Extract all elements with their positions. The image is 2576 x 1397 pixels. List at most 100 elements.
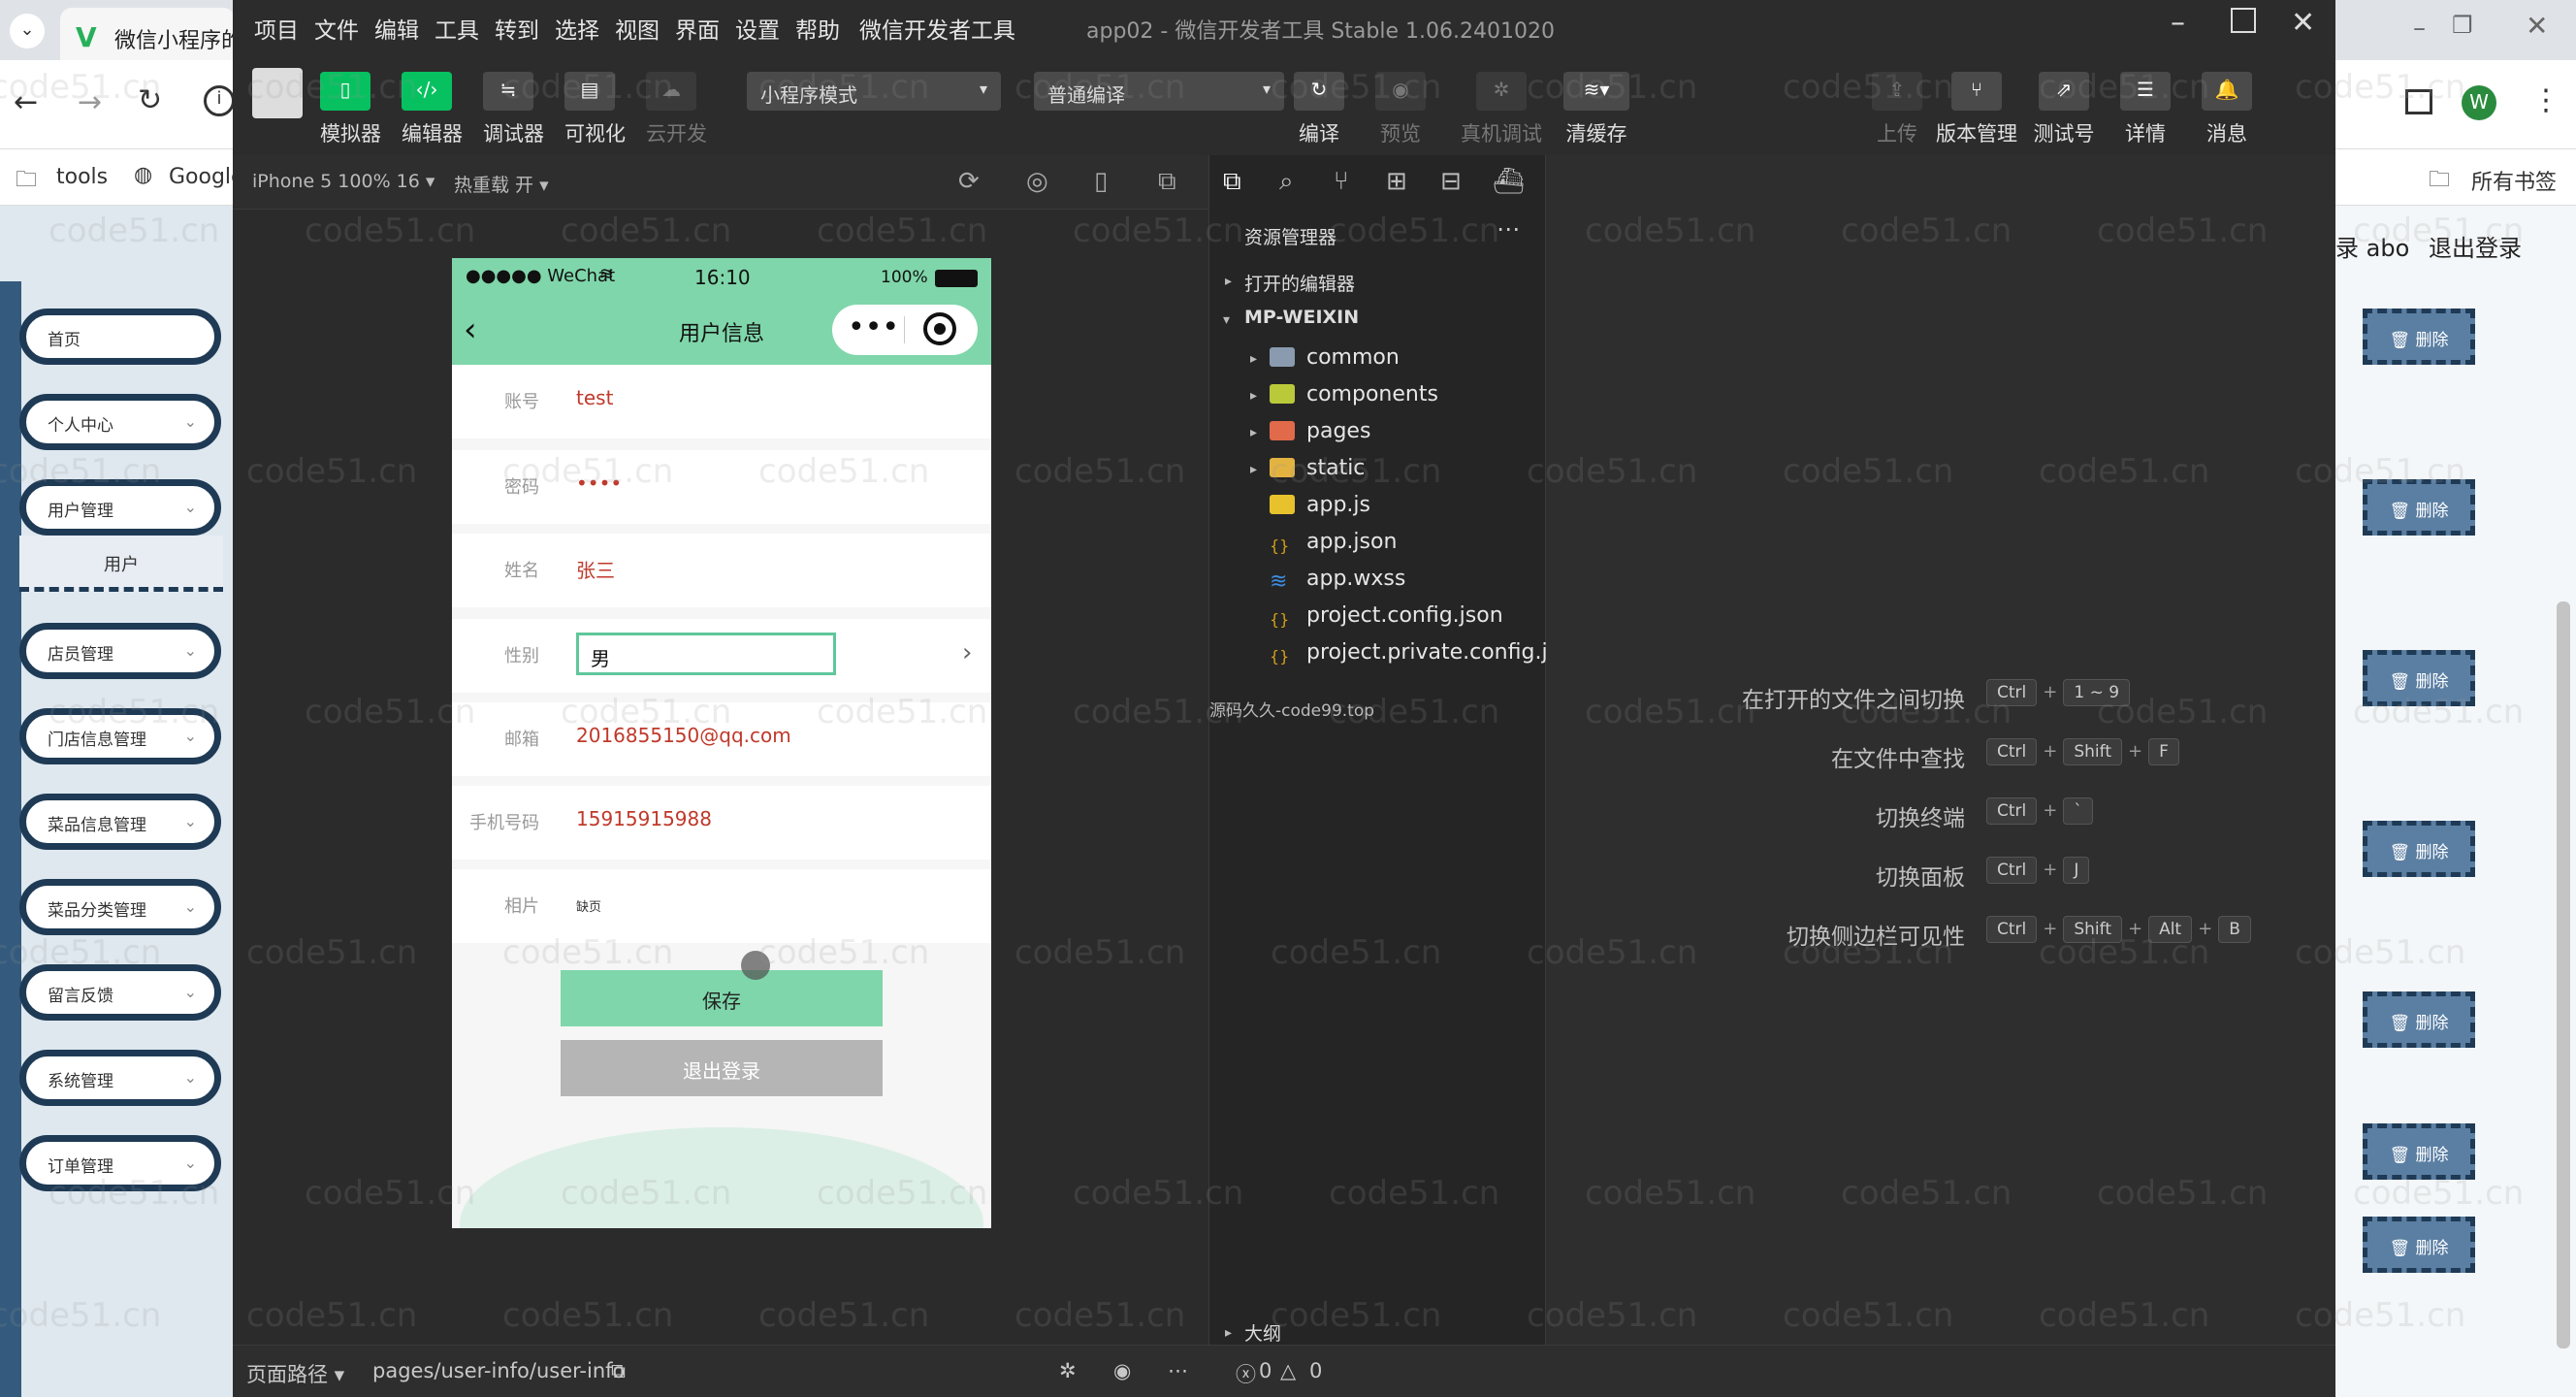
popout-icon[interactable]: ⧉ <box>1158 167 1176 197</box>
tree-item[interactable]: ≋ app.wxss <box>1270 567 1405 594</box>
version-button[interactable]: ⑂ <box>1951 72 2002 111</box>
sidebar-item[interactable]: 留言反馈 ⌄ <box>19 964 221 1021</box>
more-icon[interactable]: ⋯ <box>1168 1359 1188 1382</box>
bug-icon[interactable]: ✲ <box>1059 1359 1077 1382</box>
delete-button[interactable]: 🗑 删除 <box>2363 1217 2475 1273</box>
simulator-button[interactable]: ▯ <box>320 72 370 111</box>
sidebar-item[interactable]: 系统管理 ⌄ <box>19 1050 221 1106</box>
debugger-button[interactable]: ≒ <box>483 72 533 111</box>
device-select[interactable]: iPhone 5 100% 16 ▾ <box>252 171 435 192</box>
tree-item[interactable]: components <box>1270 382 1438 406</box>
files-icon[interactable]: ⧉ <box>1223 167 1241 197</box>
window-restore-button[interactable]: ❐ <box>2452 12 2473 39</box>
field-value[interactable]: •••• <box>576 471 622 495</box>
menu-item[interactable]: 项目 <box>254 12 299 45</box>
sidebar-toggle-icon[interactable] <box>2405 89 2432 114</box>
tree-item[interactable]: app.js <box>1270 493 1370 517</box>
page-path-label[interactable]: 页面路径 ▾ <box>246 1359 344 1388</box>
field-value[interactable]: 张三 <box>576 555 615 583</box>
error-count[interactable]: 0 <box>1259 1359 1272 1382</box>
tree-item[interactable]: static <box>1270 456 1365 480</box>
preview-button[interactable]: ◉ <box>1375 72 1426 111</box>
submenu-user[interactable]: 用户 <box>19 536 223 592</box>
logout-button[interactable]: 退出登录 <box>561 1040 883 1096</box>
test-account-button[interactable]: ⇗ <box>2039 72 2089 111</box>
window-minimize-button[interactable]: – <box>2413 14 2426 43</box>
delete-button[interactable]: 🗑 删除 <box>2363 991 2475 1048</box>
bookmark-tools[interactable]: tools <box>56 165 108 189</box>
field-value[interactable]: 15915915988 <box>576 807 712 830</box>
photo-placeholder[interactable]: 缺页 <box>576 896 601 915</box>
tab-list-button[interactable]: ⌄ <box>10 14 45 49</box>
field-value[interactable]: test <box>576 386 613 409</box>
visual-button[interactable]: ▤ <box>564 72 615 111</box>
avatar[interactable] <box>252 68 303 118</box>
gender-picker[interactable]: 男 <box>576 633 836 675</box>
sidebar-item[interactable]: 菜品信息管理 ⌄ <box>19 794 221 850</box>
cloud-button[interactable]: ☁ <box>646 72 696 111</box>
header-logout-link[interactable]: 退出登录 <box>2429 229 2522 263</box>
back-icon[interactable]: ← <box>14 85 38 119</box>
browser-menu-icon[interactable]: ⋮ <box>2531 83 2560 117</box>
menu-item[interactable]: 工具 <box>435 12 479 45</box>
storage-icon[interactable]: ⊟ <box>1440 167 1462 196</box>
delete-button[interactable]: 🗑 删除 <box>2363 1123 2475 1180</box>
tree-item[interactable]: {} project.private.config.js... <box>1270 640 1579 666</box>
reload-icon[interactable]: ↻ <box>138 83 162 117</box>
compile-button[interactable]: ↻ <box>1294 72 1344 111</box>
browser-tab[interactable]: V 微信小程序的 <box>60 8 235 60</box>
delete-button[interactable]: 🗑 删除 <box>2363 309 2475 365</box>
delete-button[interactable]: 🗑 删除 <box>2363 821 2475 877</box>
stop-icon[interactable]: ◎ <box>1026 167 1048 196</box>
outline-section[interactable]: 大纲 <box>1244 1319 1281 1346</box>
tree-item[interactable]: pages <box>1270 419 1370 443</box>
more-icon[interactable]: ••• <box>848 310 899 344</box>
compile-mode-select[interactable]: 普通编译 ▾ <box>1034 72 1284 111</box>
field-value[interactable]: 2016855150@qq.com <box>576 724 791 747</box>
sidebar-item[interactable]: 菜品分类管理 ⌄ <box>19 879 221 935</box>
forward-icon[interactable]: → <box>78 85 102 119</box>
window-close-button[interactable]: ✕ <box>2526 10 2548 42</box>
delete-button[interactable]: 🗑 删除 <box>2363 479 2475 536</box>
upload-button[interactable]: ⇪ <box>1872 72 1922 111</box>
menu-item[interactable]: 转到 <box>495 12 539 45</box>
more-actions-icon[interactable]: ⋯ <box>1497 215 1520 243</box>
device-icon[interactable]: ▯ <box>1094 167 1108 196</box>
messages-button[interactable]: 🔔 <box>2202 72 2252 111</box>
close-icon[interactable]: ✕ <box>2291 6 2315 40</box>
maximize-icon[interactable] <box>2231 8 2256 33</box>
menu-item[interactable]: 编辑 <box>374 12 419 45</box>
sidebar-item[interactable]: 个人中心 ⌄ <box>19 394 221 450</box>
tree-item[interactable]: {} project.config.json <box>1270 603 1503 630</box>
delete-button[interactable]: 🗑 删除 <box>2363 650 2475 706</box>
sidebar-item[interactable]: 首页 <box>19 309 221 365</box>
open-editors-section[interactable]: 打开的编辑器 <box>1244 270 1355 296</box>
bookmark-all[interactable]: 所有书签 <box>2471 165 2557 196</box>
rotate-icon[interactable]: ⟳ <box>958 167 980 196</box>
scrollbar[interactable] <box>2557 601 2570 1348</box>
editor-button[interactable]: ‹/› <box>402 72 452 111</box>
sidebar-item[interactable]: 门店信息管理 ⌄ <box>19 708 221 764</box>
menu-item[interactable]: 设置 <box>735 12 780 45</box>
eye-icon[interactable]: ◉ <box>1113 1359 1131 1382</box>
tree-item[interactable]: {} app.json <box>1270 530 1397 556</box>
menu-item[interactable]: 视图 <box>615 12 660 45</box>
profile-avatar[interactable]: W <box>2462 85 2496 120</box>
mode-select[interactable]: 小程序模式 ▾ <box>747 72 1001 111</box>
sidebar-item[interactable]: 店员管理 ⌄ <box>19 623 221 679</box>
menu-item[interactable]: 界面 <box>675 12 720 45</box>
search-icon[interactable]: ⌕ <box>1279 167 1294 197</box>
details-button[interactable]: ☰ <box>2120 72 2171 111</box>
site-info-icon[interactable]: i <box>204 85 235 116</box>
minimize-icon[interactable]: – <box>2171 6 2185 40</box>
remote-debug-button[interactable]: ✲ <box>1476 72 1527 111</box>
tree-item[interactable]: common <box>1270 345 1400 370</box>
save-button[interactable]: 保存 <box>561 970 883 1026</box>
warning-count[interactable]: 0 <box>1309 1359 1322 1382</box>
source-control-icon[interactable]: ⑂ <box>1334 167 1349 196</box>
sidebar-item[interactable]: 订单管理 ⌄ <box>19 1135 221 1191</box>
docker-icon[interactable]: ⛴ <box>1493 167 1525 196</box>
menu-item[interactable]: 选择 <box>555 12 599 45</box>
menu-item[interactable]: 帮助 <box>795 12 840 45</box>
project-section[interactable]: MP-WEIXIN <box>1244 307 1359 328</box>
